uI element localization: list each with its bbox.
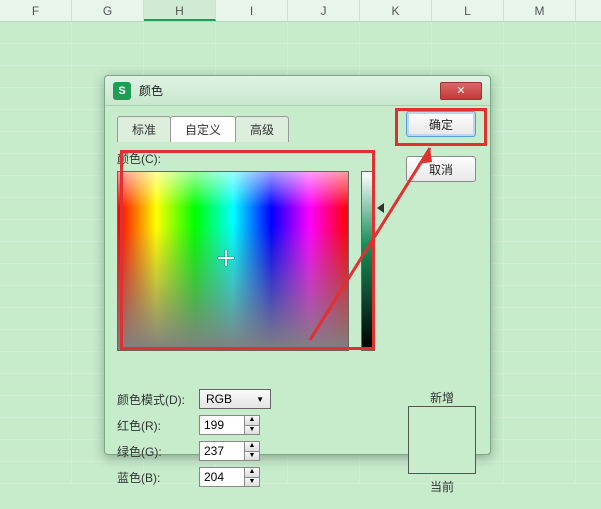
col-header[interactable]: G <box>72 0 144 21</box>
dialog-body: 标准 自定义 高级 颜色(C): 确定 取消 颜色模式(D): RGB▼ <box>105 106 490 454</box>
app-icon: S <box>113 82 131 100</box>
mode-label: 颜色模式(D): <box>117 391 193 408</box>
spin-down-icon[interactable]: ▼ <box>244 477 260 487</box>
spin-up-icon[interactable]: ▲ <box>244 441 260 451</box>
chevron-down-icon: ▼ <box>256 395 264 404</box>
color-field[interactable] <box>117 171 349 351</box>
col-header[interactable]: I <box>216 0 288 21</box>
crosshair-icon[interactable] <box>218 250 234 266</box>
titlebar[interactable]: S 颜色 ✕ <box>105 76 490 106</box>
spin-up-icon[interactable]: ▲ <box>244 467 260 477</box>
column-headers: F G H I J K L M N <box>0 0 601 22</box>
mode-select[interactable]: RGB ▼ <box>199 389 271 409</box>
color-dialog: S 颜色 ✕ 标准 自定义 高级 颜色(C): 确定 取消 颜色模式(D): <box>104 75 491 455</box>
ok-button[interactable]: 确定 <box>406 111 476 137</box>
slider-arrow-icon[interactable] <box>377 203 384 213</box>
red-input[interactable] <box>199 415 245 435</box>
cancel-button[interactable]: 取消 <box>406 156 476 182</box>
col-header-active[interactable]: H <box>144 0 216 21</box>
col-header[interactable]: K <box>360 0 432 21</box>
green-label: 绿色(G): <box>117 443 193 460</box>
mode-value: RGB <box>206 392 232 406</box>
spin-up-icon[interactable]: ▲ <box>244 415 260 425</box>
tab-standard[interactable]: 标准 <box>117 116 171 142</box>
color-preview <box>408 406 476 474</box>
tab-advanced[interactable]: 高级 <box>235 116 289 142</box>
green-input[interactable] <box>199 441 245 461</box>
current-label: 当前 <box>430 478 454 495</box>
col-header[interactable]: F <box>0 0 72 21</box>
new-label: 新增 <box>430 389 454 406</box>
value-slider[interactable] <box>361 171 375 351</box>
blue-label: 蓝色(B): <box>117 469 193 486</box>
col-header[interactable]: L <box>432 0 504 21</box>
blue-input[interactable] <box>199 467 245 487</box>
spin-down-icon[interactable]: ▼ <box>244 425 260 435</box>
red-label: 红色(R): <box>117 417 193 434</box>
col-header[interactable]: M <box>504 0 576 21</box>
dialog-title: 颜色 <box>139 82 163 99</box>
col-header[interactable]: J <box>288 0 360 21</box>
col-header[interactable]: N <box>576 0 601 21</box>
close-icon[interactable]: ✕ <box>440 82 482 100</box>
spin-down-icon[interactable]: ▼ <box>244 451 260 461</box>
tab-custom[interactable]: 自定义 <box>170 116 236 142</box>
